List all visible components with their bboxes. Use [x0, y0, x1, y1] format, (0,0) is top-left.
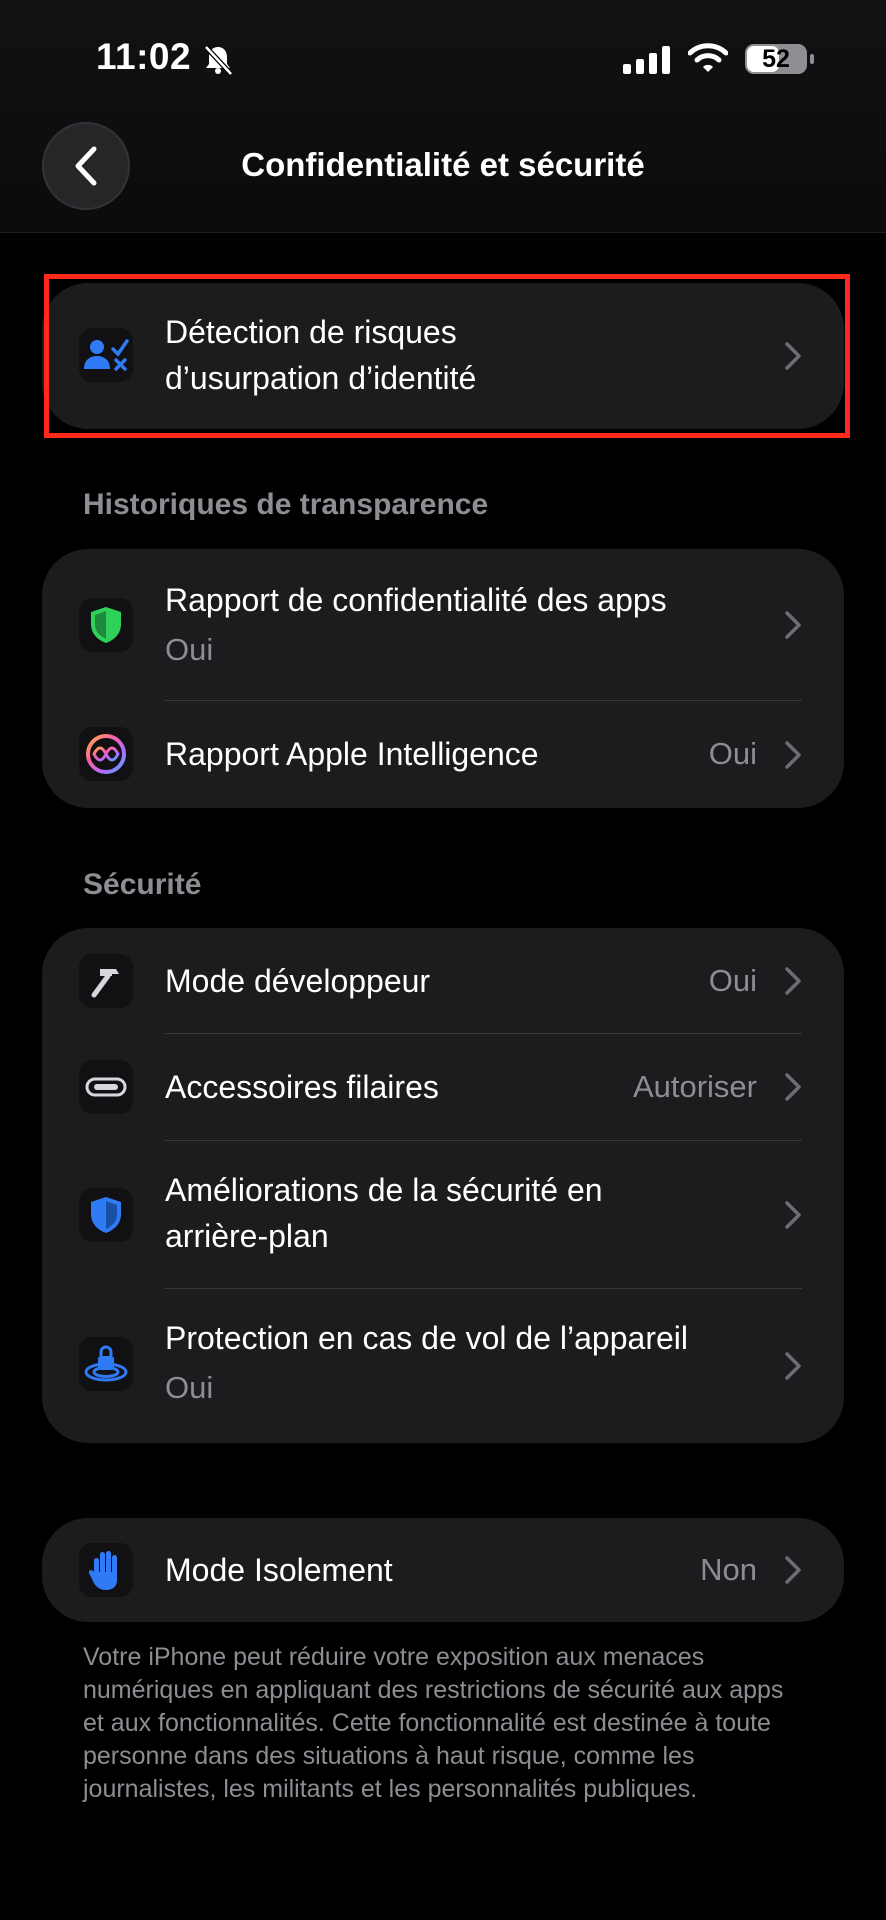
cellular-signal-icon	[623, 46, 670, 74]
chevron-right-icon	[785, 611, 801, 639]
lockdown-mode-row[interactable]: Mode Isolement Non	[42, 1518, 844, 1622]
chevron-right-icon	[785, 1352, 801, 1380]
wifi-icon	[688, 43, 728, 72]
shield-green-icon	[79, 598, 133, 652]
developer-mode-label: Mode développeur	[165, 963, 431, 999]
stolen-device-protection-row[interactable]: Protection en cas de vol de l’appareil O…	[42, 1289, 844, 1443]
wired-accessories-row[interactable]: Accessoires filaires Autoriser	[42, 1034, 844, 1140]
cable-connector-icon	[79, 1060, 133, 1114]
status-time: 11:02	[96, 36, 192, 77]
lock-ripple-icon	[79, 1337, 133, 1391]
chevron-right-icon	[785, 967, 801, 995]
apple-intelligence-report-row[interactable]: Rapport Apple Intelligence Oui	[42, 701, 844, 808]
highlight-box	[44, 274, 850, 438]
lockdown-card: Mode Isolement Non	[42, 1518, 844, 1622]
hammer-icon	[79, 954, 133, 1008]
shield-blue-icon	[79, 1188, 133, 1242]
bell-slash-icon	[204, 45, 233, 76]
wired-accessories-label: Accessoires filaires	[165, 1069, 439, 1105]
app-privacy-report-status: Oui	[165, 632, 214, 667]
status-bar: 11:02 52	[0, 0, 886, 120]
developer-mode-value: Oui	[708, 963, 757, 998]
section-header-transparency: Historiques de transparence	[83, 488, 489, 521]
developer-mode-row[interactable]: Mode développeur Oui	[42, 928, 844, 1033]
chevron-right-icon	[785, 1556, 801, 1584]
page-title: Confidentialité et sécurité	[241, 146, 645, 183]
stolen-device-protection-status: Oui	[165, 1370, 214, 1405]
app-privacy-report-label: Rapport de confidentialité des apps	[165, 582, 667, 618]
hand-raised-icon	[79, 1543, 133, 1597]
apple-intelligence-report-value: Oui	[708, 736, 757, 771]
lockdown-mode-value: Non	[700, 1552, 757, 1587]
app-privacy-report-row[interactable]: Rapport de confidentialité des apps Oui	[42, 549, 844, 700]
battery-level: 52	[762, 45, 790, 73]
battery-indicator: 52	[745, 44, 814, 74]
lockdown-mode-label: Mode Isolement	[165, 1552, 393, 1588]
background-security-row[interactable]: Améliorations de la sécurité en arrière-…	[42, 1141, 844, 1288]
chevron-right-icon	[785, 741, 801, 769]
wired-accessories-value: Autoriser	[632, 1069, 757, 1104]
section-header-security: Sécurité	[83, 868, 202, 901]
lockdown-footer-text: Votre iPhone peut réduire votre expositi…	[83, 1643, 784, 1803]
chevron-right-icon	[785, 1073, 801, 1101]
chevron-right-icon	[785, 1201, 801, 1229]
transparency-card: Rapport de confidentialité des apps Oui	[42, 549, 844, 808]
stolen-device-protection-label: Protection en cas de vol de l’appareil	[165, 1320, 688, 1356]
background-security-label-2: arrière-plan	[165, 1218, 329, 1254]
security-card: Mode développeur Oui Accessoires filaire…	[42, 928, 844, 1443]
apple-intelligence-icon	[79, 727, 133, 781]
background-security-label-1: Améliorations de la sécurité en	[165, 1172, 603, 1208]
apple-intelligence-report-label: Rapport Apple Intelligence	[165, 736, 539, 772]
